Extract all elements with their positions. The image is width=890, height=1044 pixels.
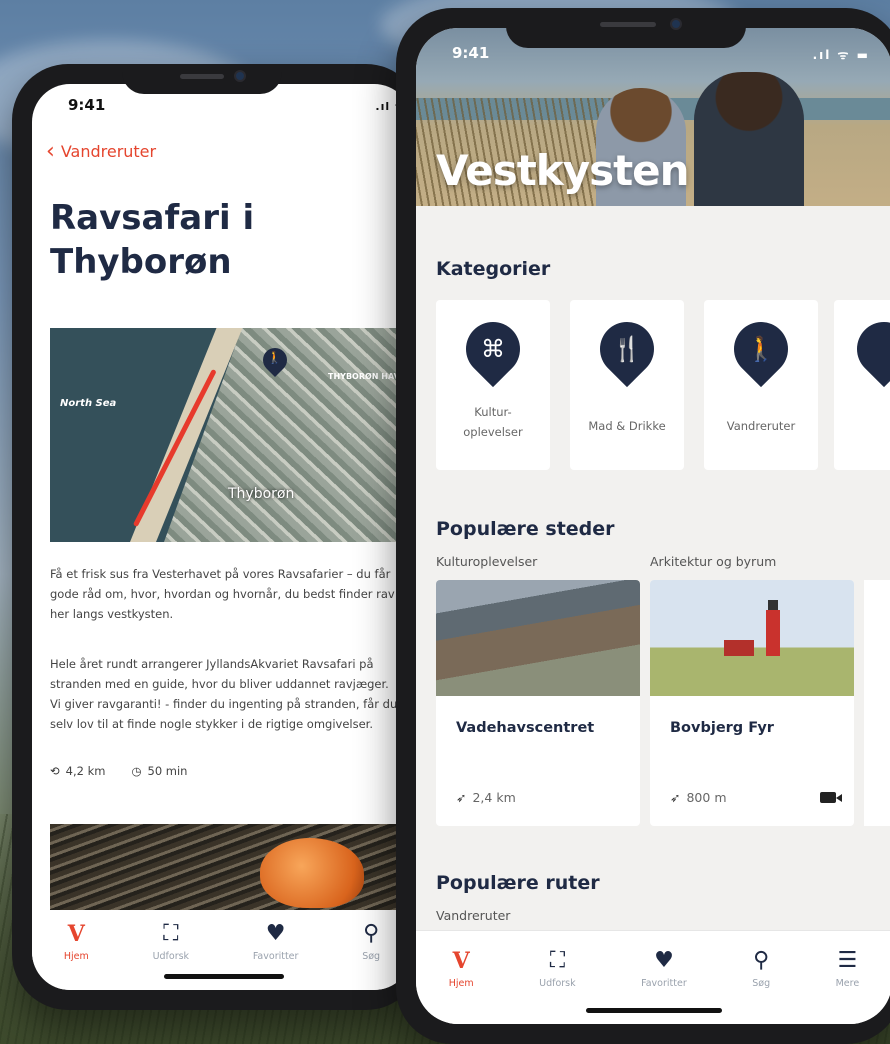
popular-routes-title: Populære ruter [436, 872, 600, 894]
description-paragraph: Få et frisk sus fra Vesterhavet på vores… [50, 567, 395, 621]
camera [670, 18, 682, 30]
notch [506, 8, 746, 48]
tab-sog[interactable]: ⚲ Søg [752, 949, 770, 1024]
home-indicator [586, 1008, 722, 1013]
map-icon: ⛶ [549, 948, 566, 973]
tab-label: Hjem [448, 978, 474, 989]
tab-label: Søg [362, 951, 381, 962]
route-map[interactable]: North Sea THYBORØN HAVN Thyborøn 🚶 [50, 328, 412, 542]
tab-label: Udforsk [539, 978, 576, 989]
category-card-vandreruter[interactable]: 🚶 Vandreruter [704, 300, 818, 470]
lighthouse [766, 600, 780, 656]
hero-person [694, 72, 804, 206]
chevron-left-icon: ‹ [46, 138, 55, 164]
map-icon: ⛶ [163, 921, 179, 946]
page-title-line: Thyborøn [50, 242, 232, 282]
duration-meta: ◷ 50 min [131, 764, 187, 778]
place-distance: ➶ 2,4 km [456, 790, 516, 805]
categories-title: Kategorier [436, 258, 551, 280]
category-icon [845, 310, 890, 388]
category-label: Vandreruter [726, 419, 796, 433]
map-town-label: Thyborøn [228, 486, 295, 502]
culture-icon: ⌘ [454, 310, 532, 388]
place-name: Vadehavscentret [456, 720, 595, 736]
tab-favoritter[interactable]: ♥ Favoritter [253, 922, 299, 990]
category-card-peek[interactable] [834, 300, 890, 470]
menu-icon: ☰ [837, 948, 858, 973]
status-icons: .ıl ᯤ ▬ [812, 48, 870, 62]
place-category: Kulturoplevelser [436, 554, 538, 569]
page-title-line: Ravsafari i [50, 198, 255, 238]
place-distance: ➶ 800 m [670, 790, 727, 805]
popular-places-title: Populære steder [436, 518, 615, 540]
page-title: Ravsafari i Thyborøn [50, 196, 254, 284]
home-indicator [164, 974, 284, 979]
map-sea-label: North Sea [60, 398, 117, 409]
phone-back: 9:41 .ıl ᯤ ‹ Vandreruter Ravsafari i Thy… [12, 64, 422, 1010]
cutlery-icon: 🍴 [588, 310, 666, 388]
category-label: Mad & Drikke [588, 419, 666, 433]
tab-hjem[interactable]: V Hjem [64, 922, 89, 990]
home-screen: Vestkysten 9:41 .ıl ᯤ ▬ Kategorier ⌘ Kul… [416, 28, 890, 1024]
route-icon: ⟲ [50, 764, 60, 778]
route-meta: ⟲ 4,2 km ◷ 50 min [50, 764, 187, 778]
notch [122, 64, 282, 94]
tab-label: Hjem [63, 951, 89, 962]
place-category: Arkitektur og byrum [650, 554, 777, 569]
duration-value: 50 min [147, 764, 188, 778]
place-photo [650, 580, 854, 696]
tab-udforsk[interactable]: ⛶ Udforsk [153, 922, 190, 990]
description-paragraph: Hele året rundt arrangerer JyllandsAkvar… [50, 657, 398, 731]
search-icon: ⚲ [363, 921, 380, 946]
place-card-vadehavscentret[interactable]: Vadehavscentret ➶ 2,4 km [436, 580, 640, 826]
tab-hjem[interactable]: V Hjem [449, 949, 474, 1024]
tab-label: Mere [835, 978, 860, 989]
home-logo-icon: V [452, 948, 470, 974]
tab-mere[interactable]: ☰ Mere [836, 949, 860, 1024]
detail-screen: 9:41 .ıl ᯤ ‹ Vandreruter Ravsafari i Thy… [32, 84, 412, 990]
tab-sog[interactable]: ⚲ Søg [362, 922, 380, 990]
walking-icon: 🚶 [722, 310, 800, 388]
back-button[interactable]: ‹ Vandreruter [46, 138, 157, 164]
category-card-mad[interactable]: 🍴 Mad & Drikke [570, 300, 684, 470]
status-time: 9:41 [452, 44, 490, 62]
heart-icon: ♥ [654, 948, 674, 973]
tab-udforsk[interactable]: ⛶ Udforsk [539, 949, 576, 1024]
tab-label: Søg [752, 978, 771, 989]
distance-value: 2,4 km [472, 790, 516, 805]
place-card-bovbjerg-fyr[interactable]: Bovbjerg Fyr ➶ 800 m [650, 580, 854, 826]
back-label: Vandreruter [60, 142, 157, 161]
home-logo-icon: V [67, 921, 85, 947]
search-icon: ⚲ [753, 948, 770, 973]
distance-meta: ⟲ 4,2 km [50, 764, 105, 778]
category-card-kultur[interactable]: ⌘ Kultur- oplevelser [436, 300, 550, 470]
video-icon [820, 792, 836, 803]
place-name: Bovbjerg Fyr [670, 720, 774, 736]
clock-icon: ◷ [131, 764, 142, 778]
phone-front: Vestkysten 9:41 .ıl ᯤ ▬ Kategorier ⌘ Kul… [396, 8, 890, 1044]
amber-stone [260, 838, 364, 908]
category-label: Kultur- oplevelser [463, 405, 523, 439]
speaker [180, 74, 224, 79]
hero-title: Vestkysten [436, 146, 690, 195]
amber-photo [50, 824, 412, 914]
barn [724, 640, 754, 656]
tab-label: Favoritter [641, 978, 687, 989]
navigation-arrow-icon: ➶ [456, 790, 467, 805]
distance-value: 4,2 km [65, 764, 106, 778]
distance-value: 800 m [686, 790, 727, 805]
status-time: 9:41 [68, 96, 106, 114]
map-harbor-label: THYBORØN HAVN [328, 372, 407, 381]
place-photo [436, 580, 640, 696]
tab-label: Udforsk [152, 951, 190, 962]
place-card-peek[interactable] [864, 580, 890, 826]
speaker [600, 22, 656, 27]
tab-label: Favoritter [252, 951, 299, 962]
camera [234, 70, 246, 82]
navigation-arrow-icon: ➶ [670, 790, 681, 805]
heart-icon: ♥ [265, 921, 286, 946]
route-category: Vandreruter [436, 908, 511, 923]
